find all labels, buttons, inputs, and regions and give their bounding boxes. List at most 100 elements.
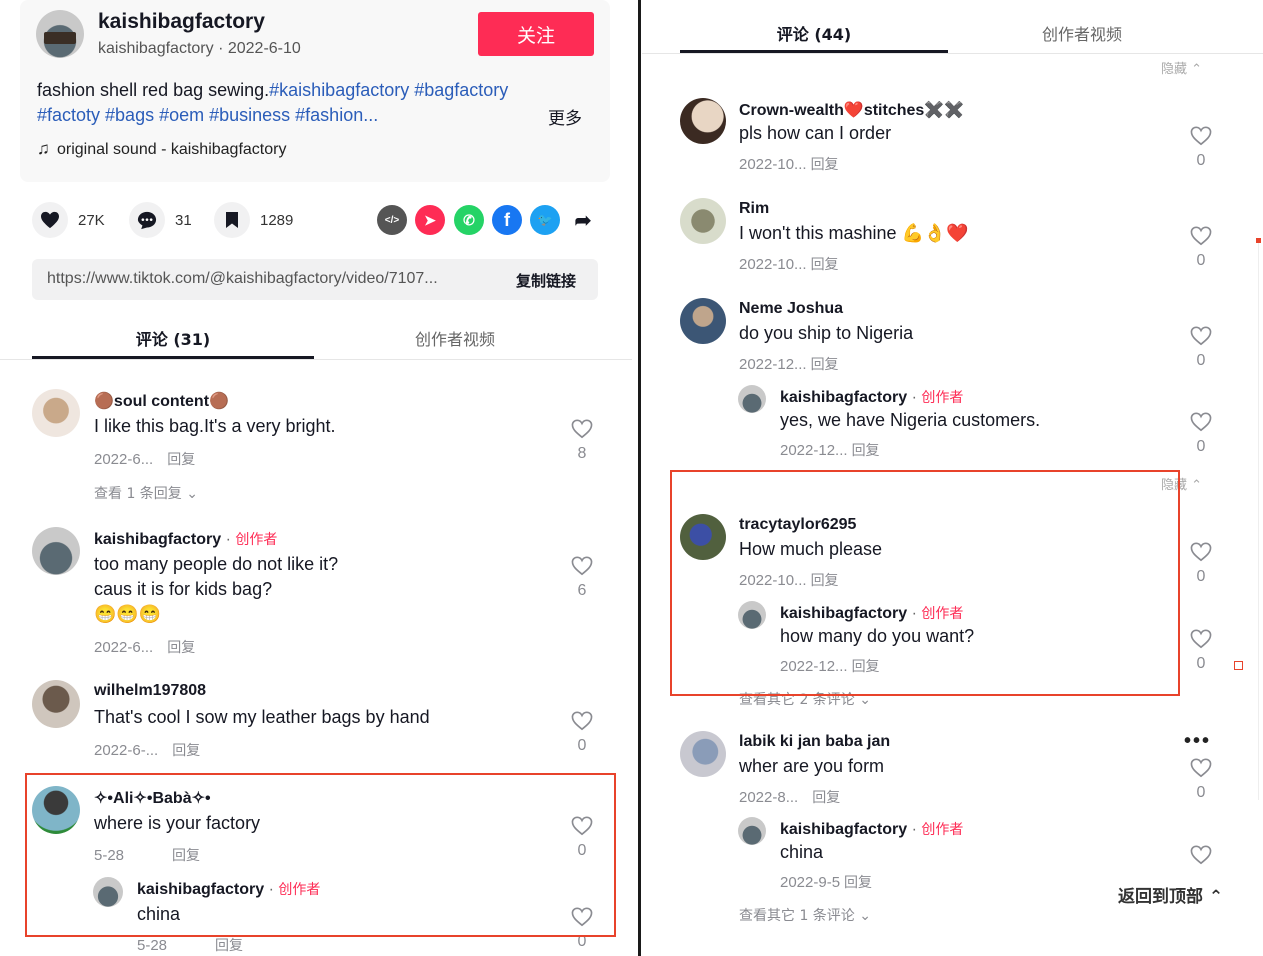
sound-link[interactable]: ♫ original sound - kaishibagfactory <box>37 139 286 159</box>
comment-text: pls how can I order <box>739 123 892 143</box>
comment-username[interactable]: kaishibagfactory · 创作者 <box>780 819 963 839</box>
embed-icon[interactable]: </> <box>377 205 407 235</box>
comment-date: 2022-10... <box>739 256 807 273</box>
comment-username[interactable]: 🟤soul content🟤 <box>94 391 229 411</box>
music-note-icon: ♫ <box>37 139 50 158</box>
comment-action[interactable]: 31 <box>129 201 192 239</box>
comment-meta: 2022-10... 回复 <box>739 154 839 174</box>
follow-button[interactable]: 关注 <box>478 12 594 56</box>
scroll-track[interactable] <box>1258 240 1259 800</box>
comment-username[interactable]: wilhelm197808 <box>94 682 206 700</box>
comment-like[interactable]: 0 <box>570 711 594 755</box>
more-button[interactable]: 更多 <box>548 104 582 129</box>
comment-text: That's cool I sow my leather bags by han… <box>94 707 430 727</box>
reply-button[interactable]: 回复 <box>812 790 840 806</box>
heart-icon[interactable] <box>32 202 68 238</box>
copy-link-button[interactable]: 复制链接 <box>516 270 576 291</box>
author-handle: kaishibagfactory <box>98 40 214 57</box>
bookmark-icon[interactable] <box>214 202 250 238</box>
comment-like[interactable]: 0 <box>1189 412 1213 456</box>
reply-button[interactable]: 回复 <box>844 875 872 891</box>
like-action[interactable]: 27K <box>32 201 105 239</box>
twitter-icon[interactable]: 🐦 <box>530 205 560 235</box>
share-arrow-icon[interactable]: ➦ <box>568 205 598 235</box>
commenter-avatar[interactable] <box>32 527 80 575</box>
comment-like[interactable]: 0 <box>1189 629 1213 673</box>
comment-text: wher are you form <box>739 756 885 776</box>
tab-comments[interactable]: 评论 (44) <box>680 21 948 45</box>
commenter-avatar[interactable] <box>680 198 726 244</box>
highlight-box <box>25 773 616 937</box>
author-name[interactable]: kaishibagfactory <box>98 10 265 34</box>
double-chevron-up-icon: ⌃ <box>1208 887 1224 907</box>
comment-like-count: 0 <box>577 737 587 754</box>
comment-like[interactable]: 0 <box>1189 326 1213 370</box>
comment-like[interactable]: 0 <box>1189 542 1213 586</box>
comment-date: 2022-6... <box>94 639 154 656</box>
commenter-avatar[interactable] <box>680 298 726 344</box>
comment-date: 5-28 <box>137 937 168 954</box>
comment-like[interactable]: 6 <box>570 556 594 600</box>
tab-creator-videos[interactable]: 创作者视频 <box>948 21 1216 45</box>
comment-username[interactable]: Rim <box>739 200 769 218</box>
comment-like[interactable]: 0 <box>1189 226 1213 270</box>
chevron-up-icon: ⌃ <box>1191 62 1203 77</box>
comment-username[interactable]: Crown-wealth❤️stitches✖️✖️ <box>739 100 964 120</box>
post-date: 2022-6-10 <box>227 40 301 57</box>
comment-username[interactable]: labik ki jan baba jan <box>739 733 890 751</box>
view-more-comments-link[interactable]: 查看其它 1 条评论 ⌄ <box>739 905 871 925</box>
comment-meta: 2022-6... 回复 <box>94 637 195 657</box>
commenter-avatar[interactable] <box>680 98 726 144</box>
hide-replies-button[interactable]: 隐藏 ⌃ <box>1161 58 1202 77</box>
comment-like[interactable] <box>1189 845 1213 865</box>
highlight-box <box>670 470 1180 696</box>
send-icon[interactable]: ➤ <box>415 205 445 235</box>
chevron-up-icon: ⌃ <box>1191 478 1203 493</box>
reply-button[interactable]: 回复 <box>167 452 195 468</box>
facebook-icon[interactable]: f <box>492 205 522 235</box>
commenter-avatar[interactable] <box>32 680 80 728</box>
comment-username[interactable]: Neme Joshua <box>739 300 843 318</box>
comment-count: 31 <box>175 211 192 229</box>
hashtags-line1[interactable]: #kaishibagfactory #bagfactory <box>269 80 508 100</box>
commenter-avatar[interactable] <box>738 385 766 413</box>
reply-button[interactable]: 回复 <box>852 443 880 459</box>
tab-comments[interactable]: 评论 (31) <box>32 326 314 350</box>
commenter-avatar[interactable] <box>32 389 80 437</box>
comment-like-count: 0 <box>1196 655 1206 672</box>
reply-button[interactable]: 回复 <box>811 357 839 373</box>
comment-date: 2022-12... <box>739 356 807 373</box>
author-avatar[interactable] <box>36 10 84 58</box>
commenter-avatar[interactable] <box>680 731 726 777</box>
whatsapp-icon[interactable]: ✆ <box>454 205 484 235</box>
view-replies-link[interactable]: 查看 1 条回复 ⌄ <box>94 483 198 503</box>
comment-icon[interactable] <box>129 202 165 238</box>
panel-divider <box>638 0 641 956</box>
comment-username[interactable]: kaishibagfactory · 创作者 <box>780 387 963 407</box>
tab-creator-videos[interactable]: 创作者视频 <box>314 326 596 350</box>
reply-button[interactable]: 回复 <box>215 938 243 954</box>
reply-button[interactable]: 回复 <box>811 257 839 273</box>
heart-outline-icon <box>571 556 593 576</box>
back-to-top-button[interactable]: 返回到顶部 ⌃ <box>1118 882 1223 907</box>
comment-username[interactable]: kaishibagfactory · 创作者 <box>94 529 277 549</box>
video-description: fashion shell red bag sewing.#kaishibagf… <box>37 78 597 128</box>
sound-label: original sound - kaishibagfactory <box>57 141 287 158</box>
comment-text: do you ship to Nigeria <box>739 323 914 343</box>
commenter-avatar[interactable] <box>738 817 766 845</box>
comment-like[interactable]: 8 <box>570 419 594 463</box>
save-action[interactable]: 1289 <box>214 201 293 239</box>
comment-like[interactable]: 0 <box>1189 758 1213 802</box>
comment-text: yes, we have Nigeria customers. <box>780 410 1041 430</box>
heart-outline-icon <box>1190 326 1212 346</box>
reply-button[interactable]: 回复 <box>172 743 200 759</box>
comment-meta: 2022-6-... 回复 <box>94 740 200 760</box>
hashtags-line2[interactable]: #factoty #bags #oem #business #fashion..… <box>37 105 378 125</box>
more-options-icon[interactable]: ••• <box>1184 730 1211 753</box>
comment-text: I won't this mashine 💪👌❤️ <box>739 223 969 243</box>
comment-like[interactable]: 0 <box>1189 126 1213 170</box>
heart-outline-icon <box>1190 629 1212 649</box>
comment-text: I like this bag.It's a very bright. <box>94 416 336 436</box>
reply-button[interactable]: 回复 <box>167 640 195 656</box>
reply-button[interactable]: 回复 <box>811 157 839 173</box>
